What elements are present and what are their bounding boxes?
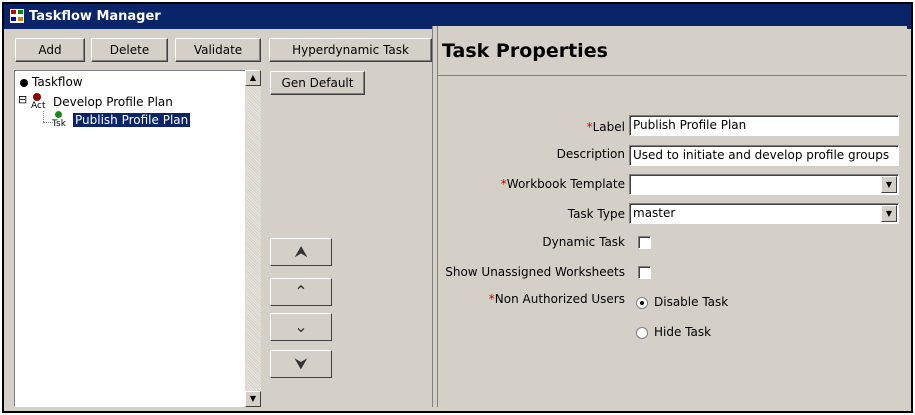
gen-default-button[interactable]: Gen Default [270,71,365,95]
delete-button[interactable]: Delete [91,38,168,62]
scroll-up-arrow-icon[interactable]: ▲ [245,70,261,86]
workbook-template-select[interactable]: ▼ [629,174,899,195]
label-text: Label [592,120,625,134]
activity-badge: Act [31,101,46,111]
non-authorized-users-label: *Non Authorized Users [489,292,625,306]
double-chevron-down-icon: ⮟ [294,354,308,373]
disable-task-option[interactable]: Disable Task [654,295,728,309]
workbook-template-text: Workbook Template [506,177,625,191]
double-chevron-up-icon: ⮝ [294,242,308,261]
tree-connector [43,111,45,122]
hide-task-option[interactable]: Hide Task [654,325,711,339]
taskflow-app-icon [9,8,25,24]
chevron-down-icon: ⌄ [294,317,308,336]
label-input[interactable]: Publish Profile Plan [629,115,899,136]
task-icon [55,111,62,118]
move-top-button[interactable]: ⮝ [270,238,332,266]
move-down-button[interactable]: ⌄ [270,313,332,341]
scroll-down-arrow-icon[interactable]: ▼ [245,391,261,407]
description-input[interactable]: Used to initiate and develop profile gro… [629,145,899,166]
tree-node-publish-profile-plan[interactable]: Publish Profile Plan [73,113,191,127]
dynamic-task-checkbox[interactable] [638,236,651,249]
move-bottom-button[interactable]: ⮟ [270,350,332,378]
hyperdynamic-task-button[interactable]: Hyperdynamic Task [269,38,432,62]
task-type-value: master [633,206,676,220]
disable-task-radio[interactable] [636,297,648,309]
chevron-up-icon: ⌃ [294,282,308,301]
tree-scrollbar[interactable]: ▲ ▼ [245,70,261,407]
validate-button[interactable]: Validate [175,38,261,62]
dropdown-arrow-icon[interactable]: ▼ [881,176,897,193]
bullet-icon [20,79,28,87]
task-badge: Tsk [52,119,66,129]
workbook-template-label: *Workbook Template [501,177,625,191]
properties-separator [438,75,907,76]
task-type-label: Task Type [567,207,625,221]
dynamic-task-label: Dynamic Task [542,235,625,249]
taskflow-tree[interactable]: Taskflow ⊟ Act Develop Profile Plan Tsk … [14,70,259,407]
dropdown-arrow-icon[interactable]: ▼ [881,205,897,222]
collapse-toggle-icon[interactable]: ⊟ [18,93,27,106]
window-title: Taskflow Manager [29,9,161,24]
move-up-button[interactable]: ⌃ [270,278,332,306]
label-field-label: *Label [587,120,625,134]
show-unassigned-checkbox[interactable] [638,266,651,279]
non-authorized-users-text: Non Authorized Users [494,292,625,306]
description-label: Description [556,147,625,161]
properties-title: Task Properties [442,40,608,62]
hide-task-radio[interactable] [636,327,648,339]
activity-icon [33,93,41,101]
tree-node-develop-profile-plan[interactable]: Develop Profile Plan [53,95,173,109]
task-type-select[interactable]: master ▼ [629,203,899,224]
show-unassigned-label: Show Unassigned Worksheets [445,265,625,279]
tree-node-taskflow[interactable]: Taskflow [32,75,83,89]
add-button[interactable]: Add [15,38,85,62]
